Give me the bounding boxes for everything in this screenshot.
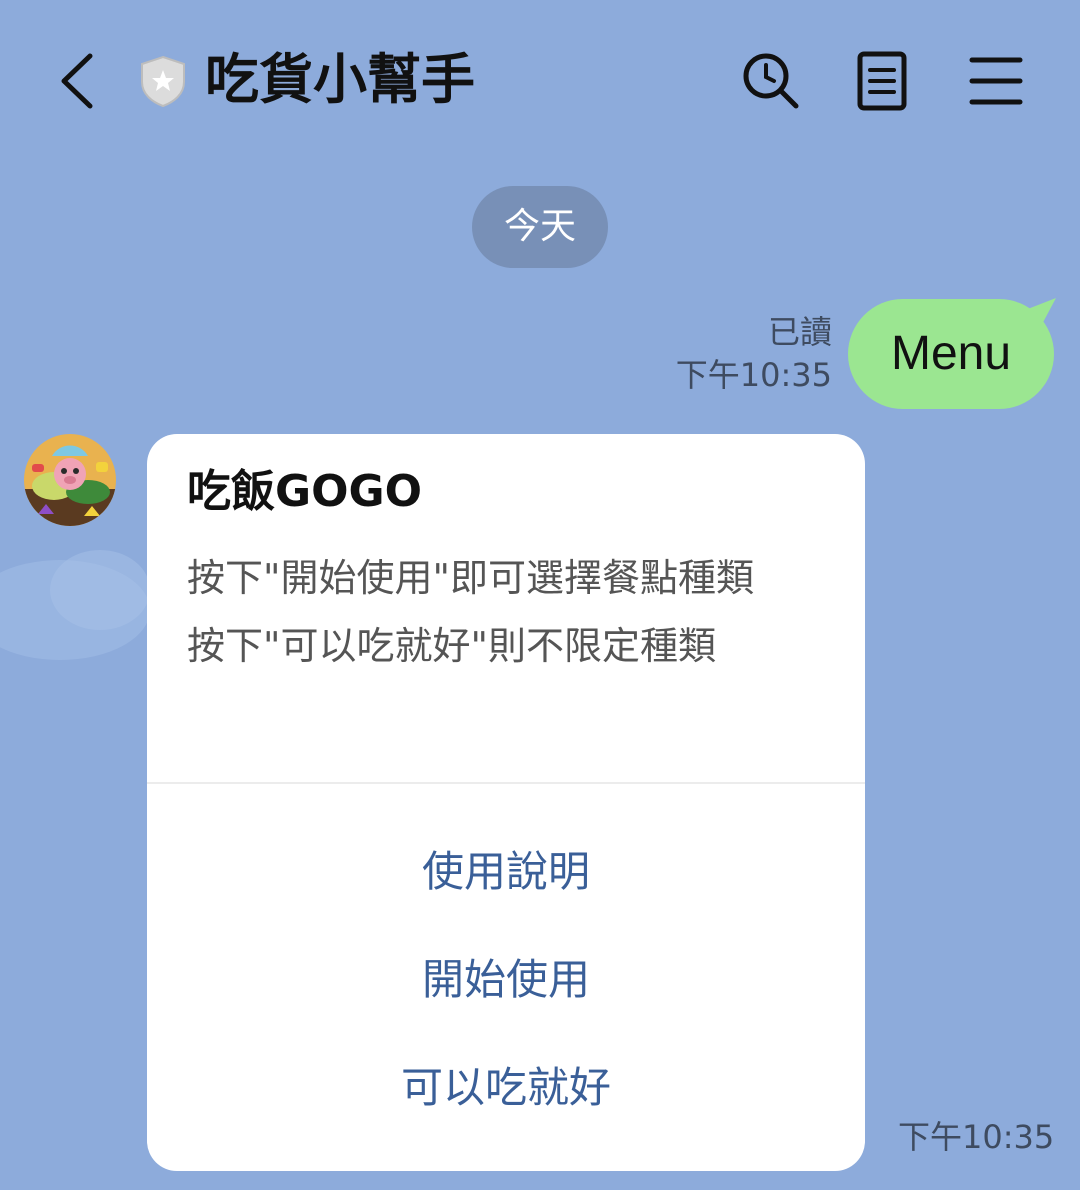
notes-icon[interactable] xyxy=(850,48,916,114)
start-button[interactable]: 開始使用 xyxy=(147,940,865,1020)
chat-header: 吃貨小幫手 xyxy=(0,0,1080,165)
card-description-line: 按下"開始使用"即可選擇餐點種類 xyxy=(187,556,754,600)
background-cloud xyxy=(0,550,150,660)
card-divider xyxy=(147,782,865,784)
any-food-button[interactable]: 可以吃就好 xyxy=(147,1048,865,1128)
received-message-time: 下午10:35 xyxy=(898,1118,1055,1156)
sent-message-text: Menu xyxy=(890,327,1012,380)
menu-icon[interactable] xyxy=(962,48,1028,114)
sent-message-time: 下午10:35 xyxy=(675,356,832,394)
sent-message-bubble[interactable]: Menu xyxy=(848,299,1054,409)
read-status: 已讀 xyxy=(767,313,832,351)
card-title: 吃飯GOGO xyxy=(187,466,423,517)
instructions-button[interactable]: 使用說明 xyxy=(147,832,865,912)
date-separator: 今天 xyxy=(472,186,608,268)
card-description-line: 按下"可以吃就好"則不限定種類 xyxy=(187,624,716,668)
flex-message-card: 吃飯GOGO 按下"開始使用"即可選擇餐點種類 按下"可以吃就好"則不限定種類 … xyxy=(147,434,865,1171)
shield-icon xyxy=(141,55,185,108)
chat-title: 吃貨小幫手 xyxy=(205,48,475,111)
back-arrow-icon[interactable] xyxy=(50,48,110,114)
search-icon[interactable] xyxy=(738,48,804,114)
bot-avatar[interactable] xyxy=(24,434,116,526)
